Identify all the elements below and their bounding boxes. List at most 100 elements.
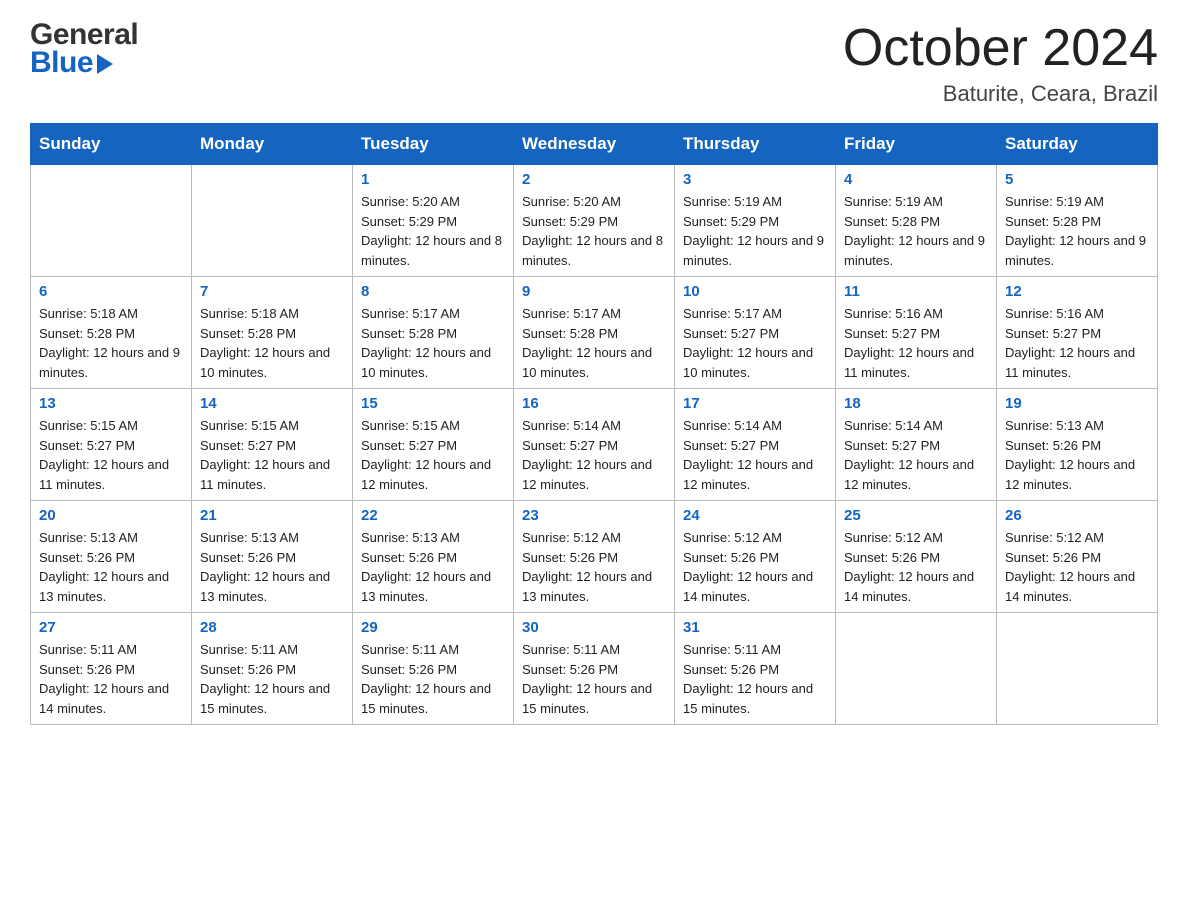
day-number: 21 <box>200 507 344 524</box>
day-of-week-header: Thursday <box>675 124 836 165</box>
day-info: Sunrise: 5:13 AM Sunset: 5:26 PM Dayligh… <box>200 528 344 606</box>
day-number: 30 <box>522 619 666 636</box>
day-number: 3 <box>683 171 827 188</box>
calendar-cell <box>31 165 192 277</box>
day-info: Sunrise: 5:19 AM Sunset: 5:29 PM Dayligh… <box>683 192 827 270</box>
day-of-week-header: Friday <box>836 124 997 165</box>
day-info: Sunrise: 5:14 AM Sunset: 5:27 PM Dayligh… <box>844 416 988 494</box>
calendar-cell: 5 Sunrise: 5:19 AM Sunset: 5:28 PM Daylig… <box>997 165 1158 277</box>
calendar-cell: 6 Sunrise: 5:18 AM Sunset: 5:28 PM Daylig… <box>31 277 192 389</box>
day-number: 9 <box>522 283 666 300</box>
day-info: Sunrise: 5:11 AM Sunset: 5:26 PM Dayligh… <box>200 640 344 718</box>
day-number: 10 <box>683 283 827 300</box>
calendar-cell: 19Sunrise: 5:13 AM Sunset: 5:26 PM Dayli… <box>997 389 1158 501</box>
page-header: General Blue October 2024 Baturite, Cear… <box>30 20 1158 107</box>
calendar-table: SundayMondayTuesdayWednesdayThursdayFrid… <box>30 123 1158 725</box>
day-info: Sunrise: 5:12 AM Sunset: 5:26 PM Dayligh… <box>522 528 666 606</box>
calendar-cell: 29 Sunrise: 5:11 AM Sunset: 5:26 PM Dayli… <box>353 613 514 725</box>
calendar-week-row: 13 Sunrise: 5:15 AM Sunset: 5:27 PM Dayli… <box>31 389 1158 501</box>
calendar-cell: 12 Sunrise: 5:16 AM Sunset: 5:27 PM Dayli… <box>997 277 1158 389</box>
day-number: 8 <box>361 283 505 300</box>
day-number: 12 <box>1005 283 1149 300</box>
day-info: Sunrise: 5:18 AM Sunset: 5:28 PM Dayligh… <box>200 304 344 382</box>
day-info: Sunrise: 5:20 AM Sunset: 5:29 PM Dayligh… <box>361 192 505 270</box>
location-title: Baturite, Ceara, Brazil <box>843 81 1158 107</box>
day-of-week-header: Saturday <box>997 124 1158 165</box>
day-number: 1 <box>361 171 505 188</box>
day-of-week-header: Wednesday <box>514 124 675 165</box>
calendar-cell: 4 Sunrise: 5:19 AM Sunset: 5:28 PM Daylig… <box>836 165 997 277</box>
calendar-cell: 20Sunrise: 5:13 AM Sunset: 5:26 PM Dayli… <box>31 501 192 613</box>
day-info: Sunrise: 5:19 AM Sunset: 5:28 PM Dayligh… <box>844 192 988 270</box>
day-number: 25 <box>844 507 988 524</box>
calendar-header-row: SundayMondayTuesdayWednesdayThursdayFrid… <box>31 124 1158 165</box>
day-number: 23 <box>522 507 666 524</box>
day-number: 28 <box>200 619 344 636</box>
calendar-cell: 25Sunrise: 5:12 AM Sunset: 5:26 PM Dayli… <box>836 501 997 613</box>
calendar-cell: 7 Sunrise: 5:18 AM Sunset: 5:28 PM Daylig… <box>192 277 353 389</box>
day-info: Sunrise: 5:15 AM Sunset: 5:27 PM Dayligh… <box>200 416 344 494</box>
calendar-cell: 14 Sunrise: 5:15 AM Sunset: 5:27 PM Dayli… <box>192 389 353 501</box>
calendar-cell: 1 Sunrise: 5:20 AM Sunset: 5:29 PM Daylig… <box>353 165 514 277</box>
calendar-cell: 17Sunrise: 5:14 AM Sunset: 5:27 PM Dayli… <box>675 389 836 501</box>
day-info: Sunrise: 5:17 AM Sunset: 5:28 PM Dayligh… <box>522 304 666 382</box>
day-number: 4 <box>844 171 988 188</box>
logo: General Blue <box>30 20 138 78</box>
calendar-cell: 27Sunrise: 5:11 AM Sunset: 5:26 PM Dayli… <box>31 613 192 725</box>
calendar-cell: 13 Sunrise: 5:15 AM Sunset: 5:27 PM Dayli… <box>31 389 192 501</box>
calendar-cell: 28 Sunrise: 5:11 AM Sunset: 5:26 PM Dayli… <box>192 613 353 725</box>
calendar-week-row: 27 Sunrise: 5:11 AM Sunset: 5:26 PM Dayli… <box>31 613 1158 725</box>
logo-blue-text: Blue <box>30 48 93 78</box>
day-number: 13 <box>39 395 183 412</box>
calendar-week-row: 6 Sunrise: 5:18 AM Sunset: 5:28 PM Daylig… <box>31 277 1158 389</box>
calendar-cell: 21 Sunrise: 5:13 AM Sunset: 5:26 PM Dayli… <box>192 501 353 613</box>
day-info: Sunrise: 5:13 AM Sunset: 5:26 PM Dayligh… <box>1005 416 1149 494</box>
day-number: 6 <box>39 283 183 300</box>
day-number: 18 <box>844 395 988 412</box>
day-info: Sunrise: 5:16 AM Sunset: 5:27 PM Dayligh… <box>844 304 988 382</box>
day-info: Sunrise: 5:16 AM Sunset: 5:27 PM Dayligh… <box>1005 304 1149 382</box>
day-of-week-header: Tuesday <box>353 124 514 165</box>
calendar-week-row: 1 Sunrise: 5:20 AM Sunset: 5:29 PM Daylig… <box>31 165 1158 277</box>
calendar-cell <box>997 613 1158 725</box>
day-number: 7 <box>200 283 344 300</box>
calendar-cell: 9 Sunrise: 5:17 AM Sunset: 5:28 PM Daylig… <box>514 277 675 389</box>
day-number: 16 <box>522 395 666 412</box>
day-info: Sunrise: 5:11 AM Sunset: 5:26 PM Dayligh… <box>683 640 827 718</box>
calendar-week-row: 20Sunrise: 5:13 AM Sunset: 5:26 PM Dayli… <box>31 501 1158 613</box>
calendar-cell: 30 Sunrise: 5:11 AM Sunset: 5:26 PM Dayli… <box>514 613 675 725</box>
day-info: Sunrise: 5:13 AM Sunset: 5:26 PM Dayligh… <box>361 528 505 606</box>
day-info: Sunrise: 5:11 AM Sunset: 5:26 PM Dayligh… <box>522 640 666 718</box>
day-number: 17 <box>683 395 827 412</box>
day-number: 11 <box>844 283 988 300</box>
day-number: 26 <box>1005 507 1149 524</box>
day-of-week-header: Monday <box>192 124 353 165</box>
day-info: Sunrise: 5:17 AM Sunset: 5:27 PM Dayligh… <box>683 304 827 382</box>
calendar-cell: 11 Sunrise: 5:16 AM Sunset: 5:27 PM Dayli… <box>836 277 997 389</box>
day-info: Sunrise: 5:17 AM Sunset: 5:28 PM Dayligh… <box>361 304 505 382</box>
day-info: Sunrise: 5:13 AM Sunset: 5:26 PM Dayligh… <box>39 528 183 606</box>
title-area: October 2024 Baturite, Ceara, Brazil <box>843 20 1158 107</box>
calendar-cell <box>192 165 353 277</box>
day-number: 2 <box>522 171 666 188</box>
calendar-cell: 18 Sunrise: 5:14 AM Sunset: 5:27 PM Dayli… <box>836 389 997 501</box>
day-number: 29 <box>361 619 505 636</box>
calendar-cell: 24 Sunrise: 5:12 AM Sunset: 5:26 PM Dayli… <box>675 501 836 613</box>
logo-arrow-icon <box>97 54 113 74</box>
day-number: 14 <box>200 395 344 412</box>
calendar-cell: 10 Sunrise: 5:17 AM Sunset: 5:27 PM Dayli… <box>675 277 836 389</box>
day-info: Sunrise: 5:11 AM Sunset: 5:26 PM Dayligh… <box>361 640 505 718</box>
day-number: 15 <box>361 395 505 412</box>
day-number: 24 <box>683 507 827 524</box>
calendar-cell: 31 Sunrise: 5:11 AM Sunset: 5:26 PM Dayli… <box>675 613 836 725</box>
day-info: Sunrise: 5:18 AM Sunset: 5:28 PM Dayligh… <box>39 304 183 382</box>
day-number: 27 <box>39 619 183 636</box>
day-info: Sunrise: 5:15 AM Sunset: 5:27 PM Dayligh… <box>39 416 183 494</box>
day-info: Sunrise: 5:12 AM Sunset: 5:26 PM Dayligh… <box>683 528 827 606</box>
day-number: 5 <box>1005 171 1149 188</box>
day-number: 31 <box>683 619 827 636</box>
month-title: October 2024 <box>843 20 1158 77</box>
calendar-cell: 22Sunrise: 5:13 AM Sunset: 5:26 PM Dayli… <box>353 501 514 613</box>
day-info: Sunrise: 5:19 AM Sunset: 5:28 PM Dayligh… <box>1005 192 1149 270</box>
day-info: Sunrise: 5:15 AM Sunset: 5:27 PM Dayligh… <box>361 416 505 494</box>
